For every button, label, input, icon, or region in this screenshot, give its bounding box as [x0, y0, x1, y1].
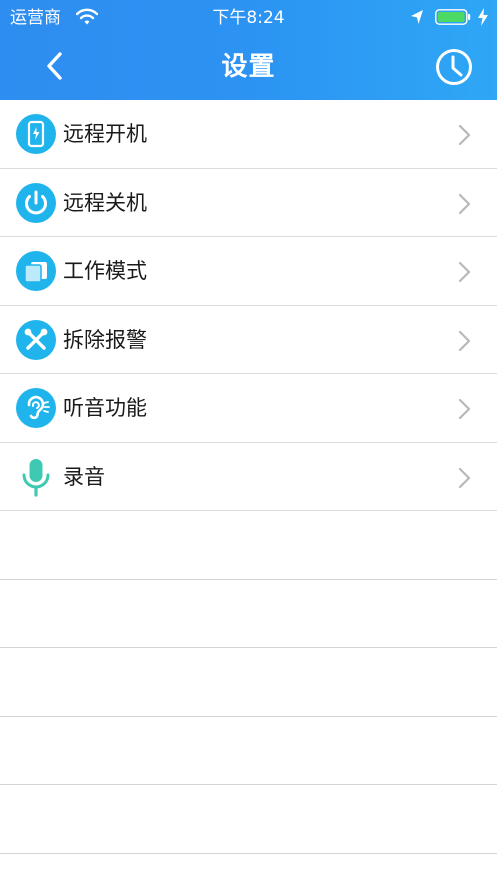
location-arrow-icon	[411, 10, 423, 24]
page-title: 设置	[221, 52, 276, 82]
setting-listen[interactable]: 听音功能	[0, 374, 497, 443]
layers-icon	[16, 251, 56, 291]
microphone-icon	[22, 458, 50, 497]
status-bar: 运营商 下午8:24	[0, 0, 497, 34]
empty-row	[0, 511, 497, 580]
chevron-right-icon	[458, 124, 471, 146]
empty-row	[0, 648, 497, 717]
history-clock-button[interactable]	[434, 47, 474, 87]
power-icon	[16, 182, 56, 223]
setting-remote-power-off[interactable]: 远程关机	[0, 168, 497, 237]
chevron-right-icon	[458, 261, 471, 283]
setting-remote-power-on[interactable]: 远程开机	[0, 100, 497, 169]
navigation-bar: 设置	[0, 34, 497, 100]
header: 运营商 下午8:24 设置	[0, 0, 497, 100]
setting-label: 拆除报警	[63, 327, 147, 352]
setting-label: 听音功能	[63, 396, 147, 420]
setting-work-mode[interactable]: 工作模式	[0, 237, 497, 306]
setting-recording[interactable]: 录音	[0, 442, 497, 511]
setting-label: 远程开机	[63, 122, 147, 146]
settings-list: 远程开机 远程关机 工作模式 拆除报警 听音功能 录音	[0, 100, 497, 854]
setting-tamper-alarm[interactable]: 拆除报警	[0, 305, 497, 374]
phone-power-icon	[16, 114, 56, 154]
tools-icon	[16, 319, 56, 360]
chevron-right-icon	[458, 330, 471, 351]
chevron-right-icon	[458, 467, 471, 488]
setting-label: 远程关机	[63, 190, 147, 215]
empty-row	[0, 717, 497, 785]
chevron-right-icon	[458, 193, 471, 214]
ear-icon	[16, 388, 56, 428]
empty-row	[0, 580, 497, 648]
chevron-right-icon	[458, 398, 471, 420]
battery-icon	[435, 9, 471, 25]
charging-bolt-icon	[478, 8, 488, 26]
setting-label: 工作模式	[63, 259, 147, 283]
setting-label: 录音	[63, 464, 105, 489]
empty-row	[0, 785, 497, 854]
